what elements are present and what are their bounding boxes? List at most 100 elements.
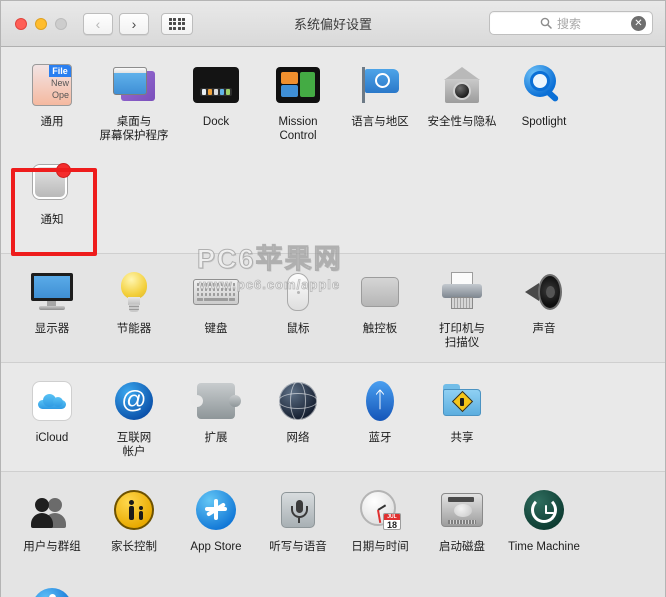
pref-sound[interactable]: 声音 — [503, 260, 585, 358]
desktop-screensaver-icon — [110, 61, 158, 109]
security-privacy-icon — [438, 61, 486, 109]
pref-dictation-speech[interactable]: 听写与语音 — [257, 478, 339, 576]
section-hardware: 显示器 节能器 键盘 鼠标 触控板 打印机与 扫描仪 声音 — [1, 254, 665, 363]
pref-general[interactable]: File New Ope 通用 — [11, 53, 93, 151]
pref-time-machine[interactable]: Time Machine — [503, 478, 585, 576]
clock-icon: JUL 18 — [356, 486, 404, 534]
pref-security-privacy[interactable]: 安全性与隐私 — [421, 53, 503, 151]
pref-bluetooth[interactable]: ᛏ 蓝牙 — [339, 369, 421, 467]
calendar-day: 18 — [386, 520, 397, 530]
pref-users-groups[interactable]: 用户与群组 — [11, 478, 93, 576]
pref-label: 家长控制 — [111, 541, 157, 553]
pref-network[interactable]: 网络 — [257, 369, 339, 467]
trackpad-icon — [356, 268, 404, 316]
back-button: ‹ — [83, 12, 113, 35]
pref-internet-accounts[interactable]: @ 互联网 帐户 — [93, 369, 175, 467]
pref-label: 打印机与 扫描仪 — [439, 323, 485, 350]
spotlight-icon — [520, 61, 568, 109]
clear-search-button[interactable]: ✕ — [631, 15, 646, 31]
keyboard-icon — [192, 268, 240, 316]
minimize-button[interactable] — [35, 17, 47, 30]
pref-desktop-saver[interactable]: 桌面与 屏幕保护程序 — [93, 53, 175, 151]
pref-label: App Store — [190, 541, 242, 553]
dock-icon — [192, 61, 240, 109]
calendar-badge: JUL 18 — [383, 513, 401, 530]
search-field[interactable]: 搜索 ✕ — [489, 11, 653, 35]
title-bar: ‹ › 系统偏好设置 搜索 ✕ — [1, 1, 665, 47]
traffic-lights — [15, 17, 67, 30]
notifications-icon — [28, 159, 76, 207]
chevron-right-icon: › — [131, 15, 137, 32]
pref-label: 语言与地区 — [351, 116, 409, 128]
app-store-icon — [192, 486, 240, 534]
section-system: 用户与群组 家长控制 App Store 听写与语音 JUL 18 日期与时间 … — [1, 472, 665, 597]
pref-language-region[interactable]: 语言与地区 — [339, 53, 421, 151]
pref-displays[interactable]: 显示器 — [11, 260, 93, 358]
pref-extensions[interactable]: 扩展 — [175, 369, 257, 467]
pref-label: 蓝牙 — [368, 432, 392, 444]
pref-label: Spotlight — [521, 116, 567, 128]
preferences-grid: File New Ope 通用 桌面与 屏幕保护程序 Dock Mission … — [1, 47, 665, 597]
pref-label: 通知 — [40, 214, 64, 226]
parental-controls-icon — [110, 486, 158, 534]
pref-startup-disk[interactable]: 启动磁盘 — [421, 478, 503, 576]
puzzle-piece-icon — [191, 377, 241, 425]
language-region-icon — [356, 61, 404, 109]
microphone-icon — [274, 486, 322, 534]
pref-label: 节能器 — [116, 323, 152, 335]
notification-badge — [56, 163, 71, 178]
pref-date-time[interactable]: JUL 18 日期与时间 — [339, 478, 421, 576]
forward-button[interactable]: › — [119, 12, 149, 35]
accessibility-icon — [28, 584, 76, 597]
pref-label: 启动磁盘 — [439, 541, 485, 553]
pref-mission-control[interactable]: Mission Control — [257, 53, 339, 151]
pref-label: 安全性与隐私 — [427, 116, 497, 128]
pref-label: 桌面与 屏幕保护程序 — [99, 116, 169, 143]
mission-control-icon — [274, 61, 322, 109]
pref-label: Time Machine — [508, 541, 580, 553]
energy-saver-icon — [110, 268, 158, 316]
pref-keyboard[interactable]: 键盘 — [175, 260, 257, 358]
pref-trackpad[interactable]: 触控板 — [339, 260, 421, 358]
pref-label: 通用 — [40, 116, 64, 128]
at-sign-icon: @ — [110, 377, 158, 425]
pref-label: 显示器 — [34, 323, 70, 335]
printer-icon — [438, 268, 486, 316]
pref-app-store[interactable]: App Store — [175, 478, 257, 576]
pref-label: 网络 — [286, 432, 310, 444]
navigation-buttons: ‹ › — [83, 12, 149, 35]
pref-printers-scanners[interactable]: 打印机与 扫描仪 — [421, 260, 503, 358]
pref-sharing[interactable]: 共享 — [421, 369, 503, 467]
general-icon: File New Ope — [28, 61, 76, 109]
search-icon — [540, 17, 552, 29]
displays-icon — [28, 268, 76, 316]
system-preferences-window: ‹ › 系统偏好设置 搜索 ✕ File New Ope 通用 桌面与 屏幕保护… — [0, 0, 666, 597]
pref-mouse[interactable]: 鼠标 — [257, 260, 339, 358]
sound-icon — [520, 268, 568, 316]
pref-label: Mission Control — [278, 116, 318, 143]
section-internet-wireless: iCloud @ 互联网 帐户 扩展 网络 ᛏ 蓝牙 共享 — [1, 363, 665, 472]
chevron-left-icon: ‹ — [95, 15, 101, 32]
show-all-button[interactable] — [161, 12, 193, 35]
icloud-icon — [28, 377, 76, 425]
pref-dock[interactable]: Dock — [175, 53, 257, 151]
pref-label: 互联网 帐户 — [116, 432, 152, 459]
pref-energy-saver[interactable]: 节能器 — [93, 260, 175, 358]
time-machine-icon — [520, 486, 568, 534]
pref-spotlight[interactable]: Spotlight — [503, 53, 585, 151]
pref-label: 声音 — [532, 323, 556, 335]
pref-label: 触控板 — [362, 323, 398, 335]
pref-label: iCloud — [35, 432, 69, 444]
close-button[interactable] — [15, 17, 27, 30]
grid-dots-icon — [168, 17, 186, 30]
sharing-folder-icon — [438, 377, 486, 425]
pref-accessibility[interactable]: 辅助功能 — [11, 576, 93, 597]
pref-parental-controls[interactable]: 家长控制 — [93, 478, 175, 576]
section-personal: File New Ope 通用 桌面与 屏幕保护程序 Dock Mission … — [1, 47, 665, 254]
pref-label: 扩展 — [204, 432, 228, 444]
pref-notifications[interactable]: 通知 — [11, 151, 93, 249]
pref-icloud[interactable]: iCloud — [11, 369, 93, 467]
bluetooth-icon: ᛏ — [356, 377, 404, 425]
pref-label: 键盘 — [204, 323, 228, 335]
search-placeholder: 搜索 — [557, 16, 582, 31]
